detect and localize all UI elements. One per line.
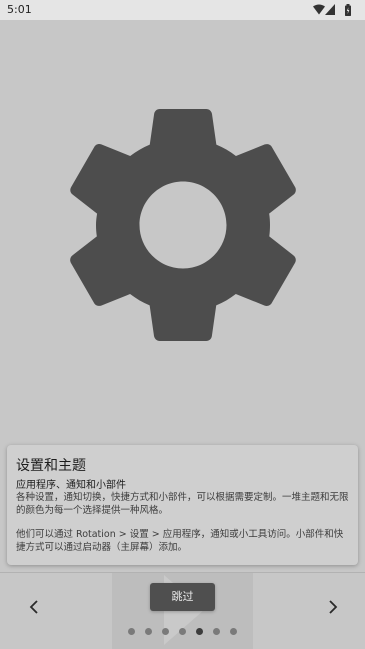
page-dot-active[interactable] [196, 628, 203, 635]
card-description-paragraph: 他们可以通过 Rotation > 设置 > 应用程序，通知或小工具访问。小部件… [16, 529, 344, 553]
page-dot[interactable] [213, 628, 220, 635]
wifi-icon [313, 4, 325, 15]
settings-gear-icon [70, 109, 296, 341]
chevron-right-icon [329, 600, 338, 614]
status-time: 5:01 [7, 3, 32, 16]
page-dot[interactable] [179, 628, 186, 635]
card-description: 各种设置，通知切换，快捷方式和小部件，可以根据需要定制。一堆主题和无限的颜色为每… [16, 492, 351, 554]
card-title: 设置和主题 [16, 458, 86, 474]
skip-button[interactable]: 跳过 [150, 583, 215, 611]
prev-button[interactable] [24, 596, 44, 618]
next-button[interactable] [323, 596, 343, 618]
signal-icon [325, 4, 335, 15]
card-subtitle: 应用程序、通知和小部件 [16, 480, 126, 491]
page-dot[interactable] [162, 628, 169, 635]
battery-icon [345, 4, 351, 16]
page-dot[interactable] [230, 628, 237, 635]
chevron-left-icon [29, 600, 38, 614]
status-bar: 5:01 [0, 0, 365, 20]
page-dot[interactable] [145, 628, 152, 635]
card-description-paragraph: 各种设置，通知切换，快捷方式和小部件，可以根据需要定制。一堆主题和无限的颜色为每… [16, 492, 349, 516]
info-card: 设置和主题 应用程序、通知和小部件 各种设置，通知切换，快捷方式和小部件，可以根… [7, 445, 358, 565]
page-dot[interactable] [128, 628, 135, 635]
